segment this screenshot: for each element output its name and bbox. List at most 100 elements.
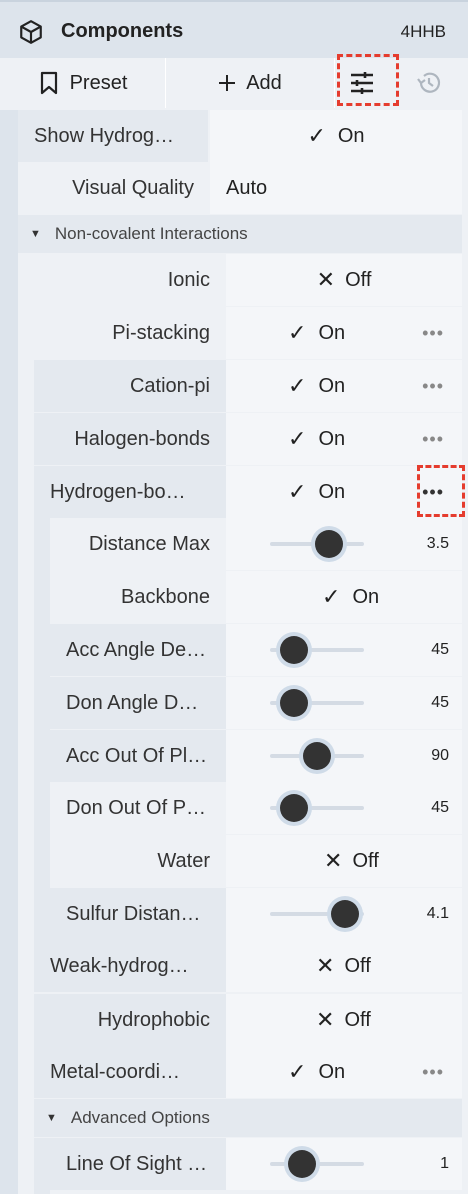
add-button[interactable]: Add	[166, 58, 335, 108]
history-button[interactable]	[400, 58, 468, 108]
don-out-of-plane-label: Don Out Of P…	[50, 782, 226, 834]
acc-out-of-plane-label: Acc Out Of Pl…	[50, 730, 226, 782]
distance-max-slider[interactable]	[270, 518, 364, 570]
don-angle-field: 45	[226, 677, 462, 729]
hydrophobic-label: Hydrophobic	[34, 994, 226, 1046]
water-toggle[interactable]: ✕ Off	[226, 835, 462, 887]
backbone-toggle[interactable]: ✓ On	[226, 571, 462, 623]
show-hydrogens-value: On	[337, 124, 365, 147]
highlight-options-button	[337, 54, 399, 106]
weak-hydrogen-value: Off	[344, 954, 371, 977]
acc-angle-slider[interactable]	[270, 624, 364, 676]
cation-pi-more-button[interactable]: •••	[422, 360, 444, 412]
halogen-bonds-more-button[interactable]: •••	[422, 413, 444, 465]
don-out-of-plane-field: 45	[226, 782, 462, 834]
line-of-sight-slider[interactable]	[270, 1138, 364, 1190]
preset-label: Preset	[69, 71, 128, 94]
slider-knob[interactable]	[279, 689, 308, 717]
sulfur-distance-value: 4.1	[426, 905, 449, 922]
check-icon: ✓	[288, 426, 307, 451]
backbone-label: Backbone	[50, 571, 226, 623]
acc-angle-label: Acc Angle De…	[50, 624, 226, 676]
water-value: Off	[352, 849, 379, 872]
slider-track	[270, 1162, 364, 1166]
slider-knob[interactable]	[303, 742, 331, 770]
advanced-title: Advanced Options	[70, 1108, 210, 1127]
ionic-label: Ionic	[34, 254, 226, 306]
don-out-of-plane-slider[interactable]	[270, 782, 364, 834]
line-of-sight-label: Line Of Sight …	[50, 1138, 226, 1190]
don-angle-value: 45	[431, 694, 449, 711]
don-angle-row: Don Angle D… 45	[50, 677, 462, 729]
acc-out-of-plane-row: Acc Out Of Pl… 90	[50, 730, 462, 782]
advanced-section-header[interactable]: ▼ Advanced Options	[34, 1099, 462, 1137]
backbone-value: On	[352, 585, 380, 608]
check-icon: ✓	[288, 320, 307, 345]
pi-stacking-value: On	[318, 321, 346, 344]
acc-angle-field: 45	[226, 624, 462, 676]
slider-knob[interactable]	[279, 794, 308, 822]
slider-knob[interactable]	[331, 900, 360, 928]
cross-icon: ✕	[316, 267, 336, 292]
sulfur-distance-slider[interactable]	[270, 888, 364, 940]
components-panel: Components 4HHB Preset Add Show Hydrog… …	[0, 0, 468, 1194]
sulfur-distance-label: Sulfur Distan…	[50, 888, 226, 940]
check-icon: ✓	[307, 123, 326, 148]
don-angle-slider[interactable]	[270, 677, 364, 729]
pi-stacking-more-button[interactable]: •••	[422, 307, 444, 359]
distance-max-field: 3.5	[226, 518, 462, 570]
don-out-of-plane-row: Don Out Of P… 45	[50, 782, 462, 834]
distance-max-value: 3.5	[426, 535, 449, 552]
show-hydrogens-toggle[interactable]: ✓ On	[210, 110, 462, 162]
water-row: Water ✕ Off	[50, 835, 462, 887]
don-out-of-plane-value: 45	[431, 799, 449, 816]
highlight-more-button	[417, 465, 465, 517]
weak-hydrogen-label: Weak-hydrog…	[34, 940, 226, 992]
advanced-guide	[34, 1138, 50, 1194]
slider-knob[interactable]	[287, 1150, 316, 1178]
halogen-bonds-value: On	[318, 427, 346, 450]
hydrogen-bonds-row: Hydrogen-bo… ✓ On •••	[34, 466, 462, 518]
metal-coordination-more-button[interactable]: •••	[422, 1046, 444, 1098]
structure-id: 4HHB	[400, 22, 446, 41]
cube-icon	[20, 20, 42, 44]
show-hydrogens-row: Show Hydrog… ✓ On	[18, 110, 462, 162]
cross-icon: ✕	[316, 1007, 335, 1032]
cation-pi-label: Cation-pi	[34, 360, 226, 412]
preset-button[interactable]: Preset	[0, 58, 166, 108]
cross-icon: ✕	[324, 848, 343, 873]
cross-icon: ✕	[316, 953, 335, 978]
visual-quality-select[interactable]: Auto	[210, 162, 462, 214]
distance-max-label: Distance Max	[50, 518, 226, 570]
metal-coordination-label: Metal-coordi…	[34, 1046, 226, 1098]
visual-quality-label: Visual Quality	[18, 162, 210, 214]
line-of-sight-value: 1	[440, 1155, 449, 1172]
pi-stacking-label: Pi-stacking	[34, 307, 226, 359]
plus-icon	[219, 75, 236, 91]
panel-header: Components 4HHB	[0, 0, 468, 58]
show-hydrogens-label: Show Hydrog…	[18, 110, 208, 162]
halogen-bonds-row: Halogen-bonds ✓ On •••	[34, 413, 462, 465]
check-icon: ✓	[288, 373, 307, 398]
hydrophobic-row: Hydrophobic ✕ Off	[34, 994, 462, 1046]
bookmark-icon	[40, 71, 57, 95]
noncovalent-section-header[interactable]: ▼ Non-covalent Interactions	[18, 215, 462, 253]
collapse-triangle-icon: ▼	[30, 228, 41, 240]
slider-knob[interactable]	[279, 636, 308, 664]
cation-pi-value: On	[318, 374, 346, 397]
noncovalent-title: Non-covalent Interactions	[54, 224, 248, 243]
ionic-toggle[interactable]: ✕ Off	[226, 254, 462, 306]
hbond-params-guide	[34, 518, 50, 940]
weak-hydrogen-row: Weak-hydrog… ✕ Off	[34, 940, 462, 992]
tree-guide	[0, 110, 18, 1194]
line-of-sight-row: Line Of Sight … 1	[50, 1138, 462, 1190]
weak-hydrogen-toggle[interactable]: ✕ Off	[226, 940, 462, 992]
panel-title: Components	[61, 20, 184, 42]
acc-out-of-plane-slider[interactable]	[270, 730, 364, 782]
slider-knob[interactable]	[315, 530, 344, 558]
history-icon	[417, 72, 441, 93]
hydrogen-bonds-value: On	[318, 480, 346, 503]
ionic-row: Ionic ✕ Off	[34, 254, 462, 306]
hydrogen-bonds-label: Hydrogen-bo…	[34, 466, 226, 518]
hydrophobic-toggle[interactable]: ✕ Off	[226, 994, 462, 1046]
